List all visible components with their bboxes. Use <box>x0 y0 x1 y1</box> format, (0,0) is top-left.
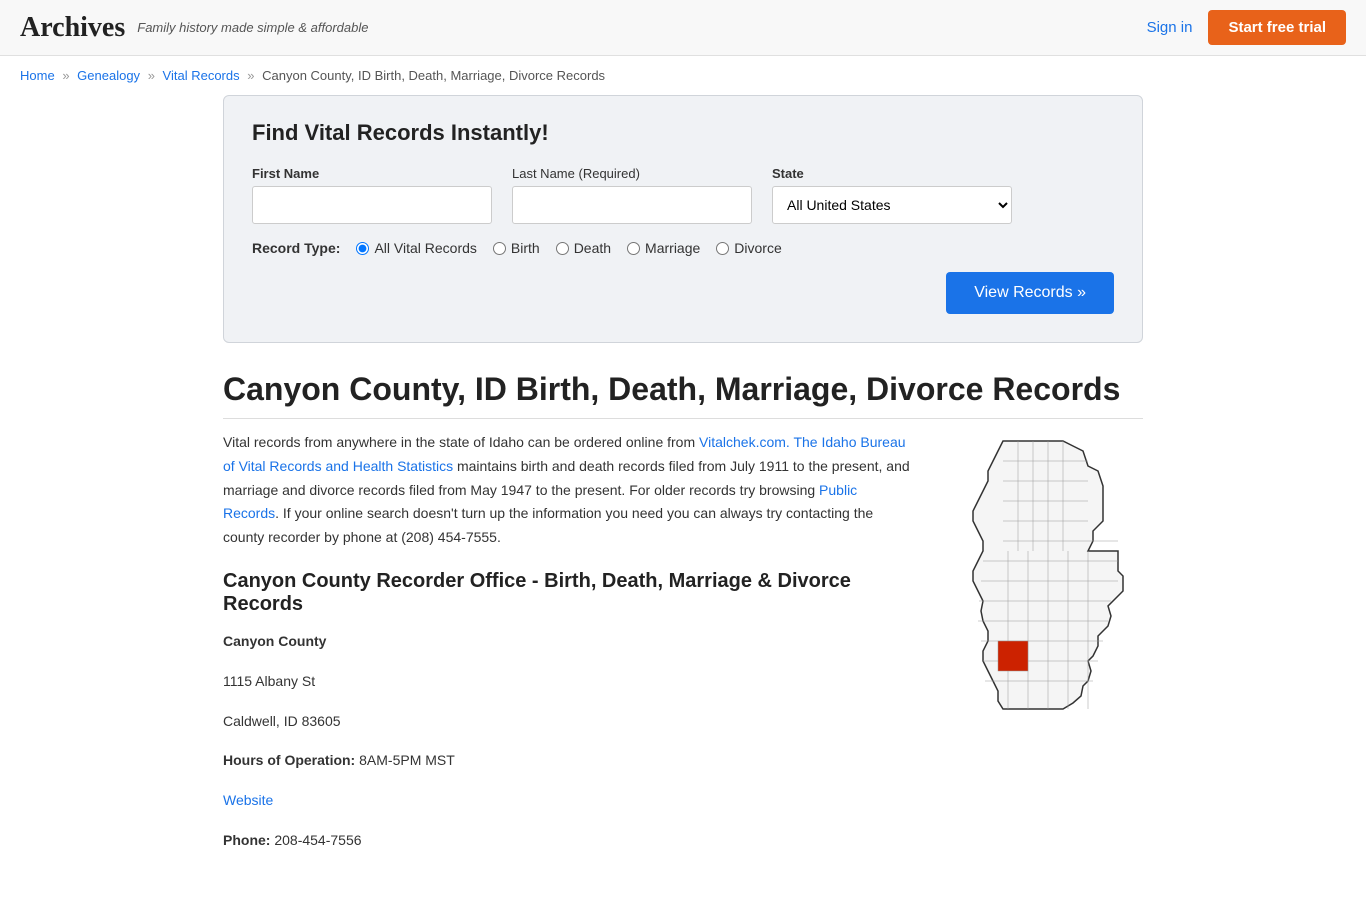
view-records-button[interactable]: View Records » <box>946 272 1114 314</box>
content-area: Vital records from anywhere in the state… <box>223 431 1143 869</box>
idaho-map <box>943 431 1133 721</box>
office-name: Canyon County <box>223 630 913 654</box>
office-phone: Phone: 208-454-7556 <box>223 829 913 853</box>
office-website: Website <box>223 789 913 813</box>
office-address1: 1115 Albany St <box>223 670 913 694</box>
site-logo: Archives <box>20 12 125 44</box>
record-type-divorce[interactable]: Divorce <box>716 240 781 256</box>
last-name-label: Last Name (Required) <box>512 166 752 181</box>
state-group: State All United States <box>772 166 1012 224</box>
state-select[interactable]: All United States <box>772 186 1012 224</box>
public-records-link[interactable]: Public Records <box>223 482 857 522</box>
record-type-all[interactable]: All Vital Records <box>356 240 476 256</box>
first-name-group: First Name <box>252 166 492 224</box>
state-label: State <box>772 166 1012 181</box>
record-type-row: Record Type: All Vital Records Birth Dea… <box>252 240 1114 256</box>
site-header: Archives Family history made simple & af… <box>0 0 1366 56</box>
vitalchek-link[interactable]: Vitalchek.com. <box>699 434 790 450</box>
main-content: Find Vital Records Instantly! First Name… <box>203 95 1163 909</box>
sign-in-link[interactable]: Sign in <box>1147 19 1193 36</box>
idaho-bureau-link[interactable]: The Idaho Bureau of Vital Records and He… <box>223 434 906 474</box>
header-right: Sign in Start free trial <box>1147 10 1346 45</box>
record-type-birth[interactable]: Birth <box>493 240 540 256</box>
idaho-map-container <box>943 431 1143 869</box>
search-submit-row: View Records » <box>252 272 1114 314</box>
first-name-label: First Name <box>252 166 492 181</box>
breadcrumb-home[interactable]: Home <box>20 68 55 83</box>
office-hours: Hours of Operation: 8AM-5PM MST <box>223 749 913 773</box>
content-text: Vital records from anywhere in the state… <box>223 431 913 869</box>
breadcrumb-sep3: » <box>247 68 254 83</box>
record-type-marriage[interactable]: Marriage <box>627 240 700 256</box>
intro-paragraph: Vital records from anywhere in the state… <box>223 431 913 550</box>
site-tagline: Family history made simple & affordable <box>137 20 368 35</box>
office-website-link[interactable]: Website <box>223 792 273 808</box>
page-title: Canyon County, ID Birth, Death, Marriage… <box>223 371 1143 419</box>
breadcrumb-genealogy[interactable]: Genealogy <box>77 68 140 83</box>
office-info: Canyon County 1115 Albany St Caldwell, I… <box>223 630 913 853</box>
recorder-section-title: Canyon County Recorder Office - Birth, D… <box>223 570 913 616</box>
breadcrumb-sep2: » <box>148 68 155 83</box>
breadcrumb: Home » Genealogy » Vital Records » Canyo… <box>0 56 1366 95</box>
breadcrumb-vital-records[interactable]: Vital Records <box>163 68 240 83</box>
record-type-label: Record Type: <box>252 240 340 256</box>
breadcrumb-sep1: » <box>62 68 69 83</box>
last-name-group: Last Name (Required) <box>512 166 752 224</box>
last-name-input[interactable] <box>512 186 752 224</box>
header-left: Archives Family history made simple & af… <box>20 12 368 44</box>
breadcrumb-current: Canyon County, ID Birth, Death, Marriage… <box>262 68 605 83</box>
search-box: Find Vital Records Instantly! First Name… <box>223 95 1143 343</box>
first-name-input[interactable] <box>252 186 492 224</box>
record-type-death[interactable]: Death <box>556 240 611 256</box>
search-title: Find Vital Records Instantly! <box>252 120 1114 146</box>
office-address2: Caldwell, ID 83605 <box>223 710 913 734</box>
search-fields: First Name Last Name (Required) State Al… <box>252 166 1114 224</box>
start-trial-button[interactable]: Start free trial <box>1208 10 1346 45</box>
